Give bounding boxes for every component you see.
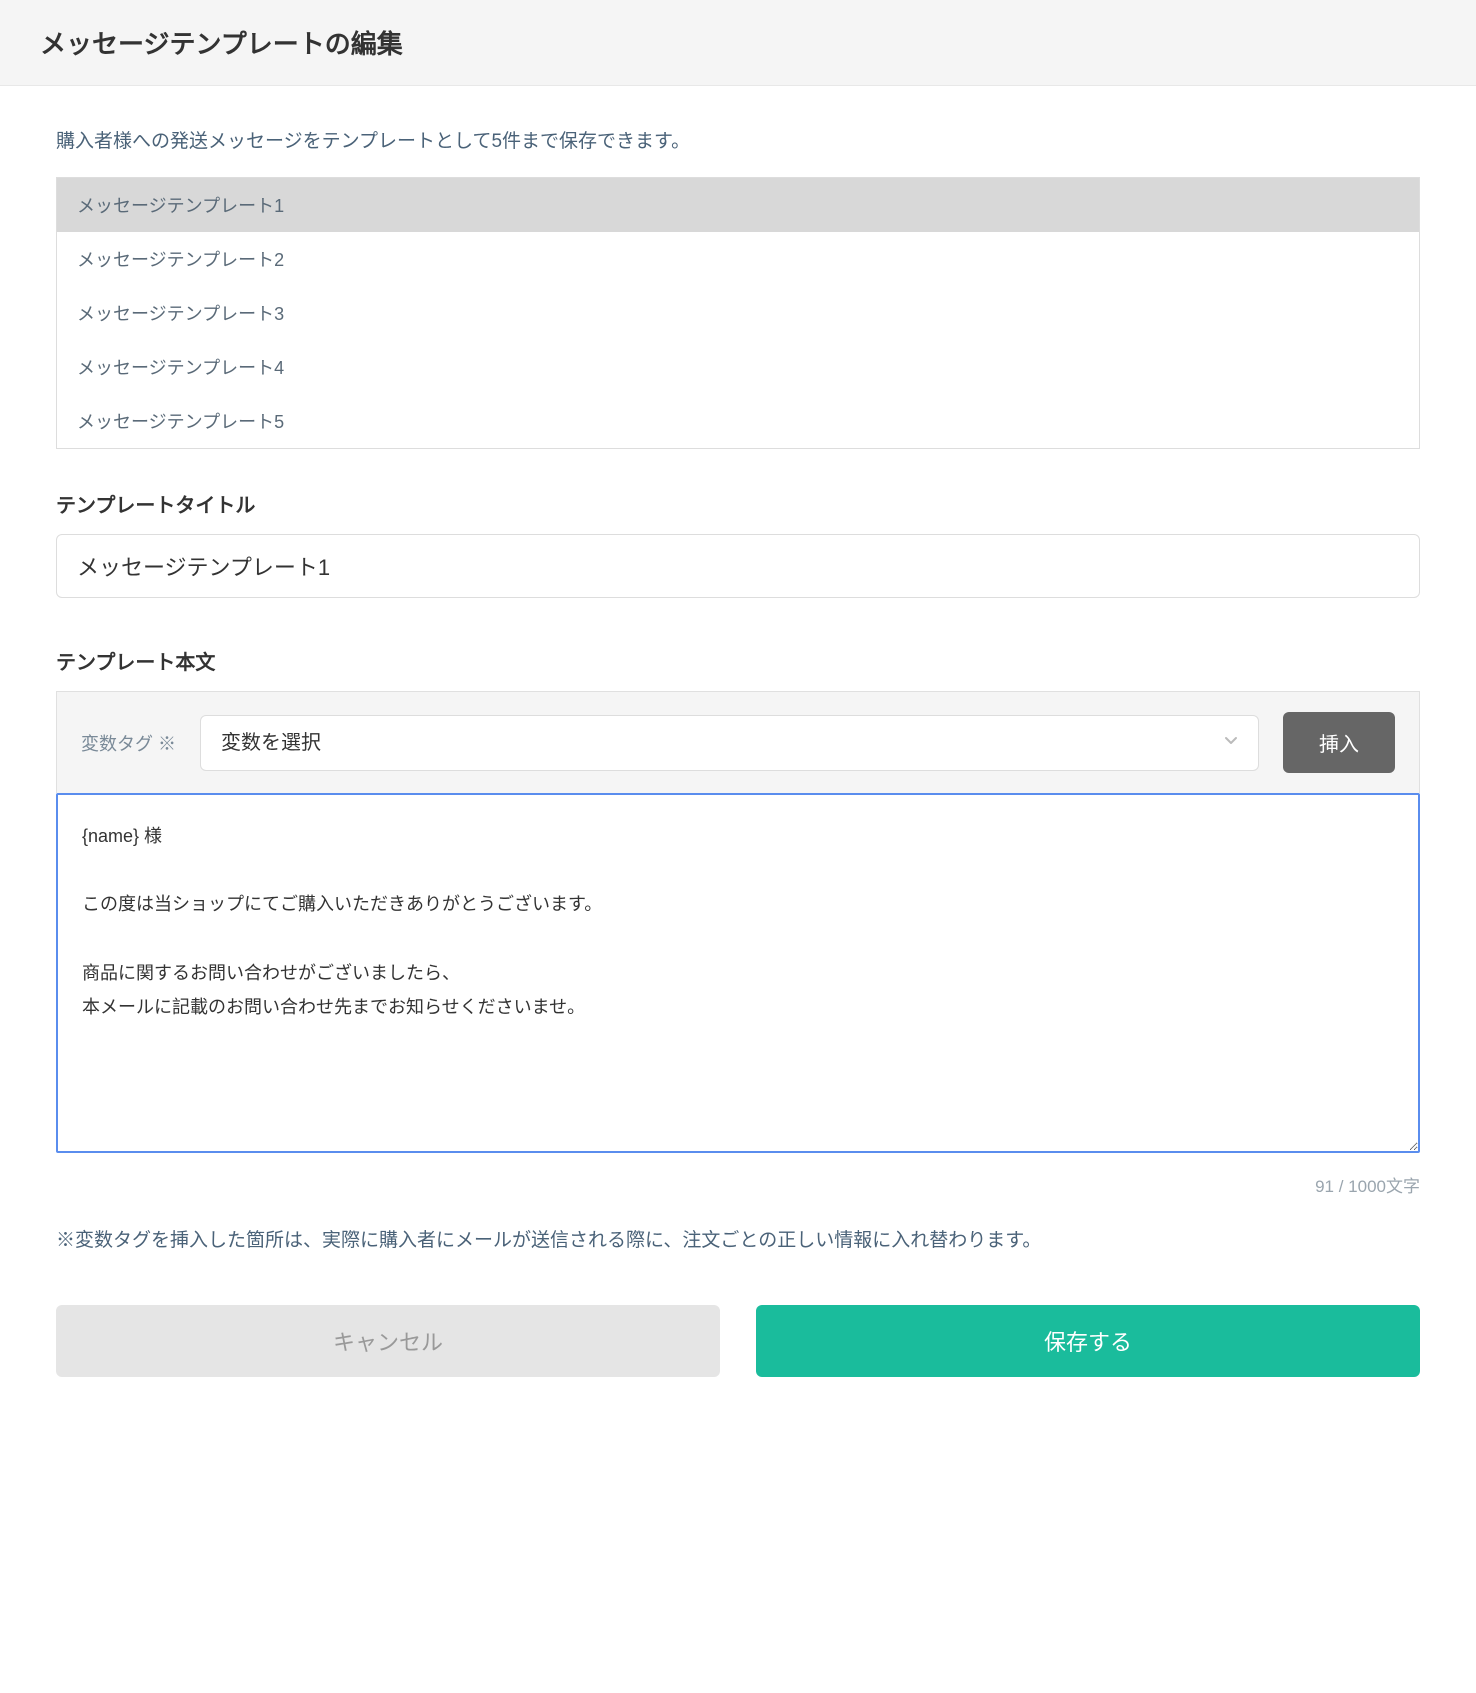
variable-select-wrapper: 変数を選択	[200, 715, 1259, 771]
template-list-item-label: メッセージテンプレート5	[77, 412, 284, 432]
template-list-item-label: メッセージテンプレート2	[77, 250, 284, 270]
template-title-label: テンプレートタイトル	[56, 489, 1420, 518]
variable-tag-label: 変数タグ ※	[81, 730, 176, 756]
description-text: 購入者様への発送メッセージをテンプレートとして5件まで保存できます。	[56, 126, 1420, 153]
cancel-button[interactable]: キャンセル	[56, 1305, 720, 1377]
template-list-item-4[interactable]: メッセージテンプレート4	[57, 340, 1419, 394]
page-title: メッセージテンプレートの編集	[40, 24, 1436, 61]
header-bar: メッセージテンプレートの編集	[0, 0, 1476, 86]
template-list-item-label: メッセージテンプレート4	[77, 358, 284, 378]
template-body-textarea[interactable]	[56, 793, 1420, 1153]
template-list: メッセージテンプレート1 メッセージテンプレート2 メッセージテンプレート3 メ…	[56, 177, 1420, 449]
note-text: ※変数タグを挿入した箇所は、実際に購入者にメールが送信される際に、注文ごとの正し…	[56, 1225, 1420, 1257]
variable-tag-bar: 変数タグ ※ 変数を選択 挿入	[56, 691, 1420, 793]
main-container: 購入者様への発送メッセージをテンプレートとして5件まで保存できます。 メッセージ…	[0, 86, 1476, 1417]
insert-button[interactable]: 挿入	[1283, 712, 1395, 773]
template-list-item-2[interactable]: メッセージテンプレート2	[57, 232, 1419, 286]
template-body-label: テンプレート本文	[56, 646, 1420, 675]
variable-select[interactable]: 変数を選択	[200, 715, 1259, 771]
button-row: キャンセル 保存する	[56, 1305, 1420, 1377]
char-counter: 91 / 1000文字	[56, 1172, 1420, 1197]
template-list-item-label: メッセージテンプレート1	[77, 196, 284, 216]
template-list-item-label: メッセージテンプレート3	[77, 304, 284, 324]
template-list-item-3[interactable]: メッセージテンプレート3	[57, 286, 1419, 340]
save-button[interactable]: 保存する	[756, 1305, 1420, 1377]
template-list-item-5[interactable]: メッセージテンプレート5	[57, 394, 1419, 448]
template-list-item-1[interactable]: メッセージテンプレート1	[57, 178, 1419, 232]
template-title-input[interactable]	[56, 534, 1420, 598]
